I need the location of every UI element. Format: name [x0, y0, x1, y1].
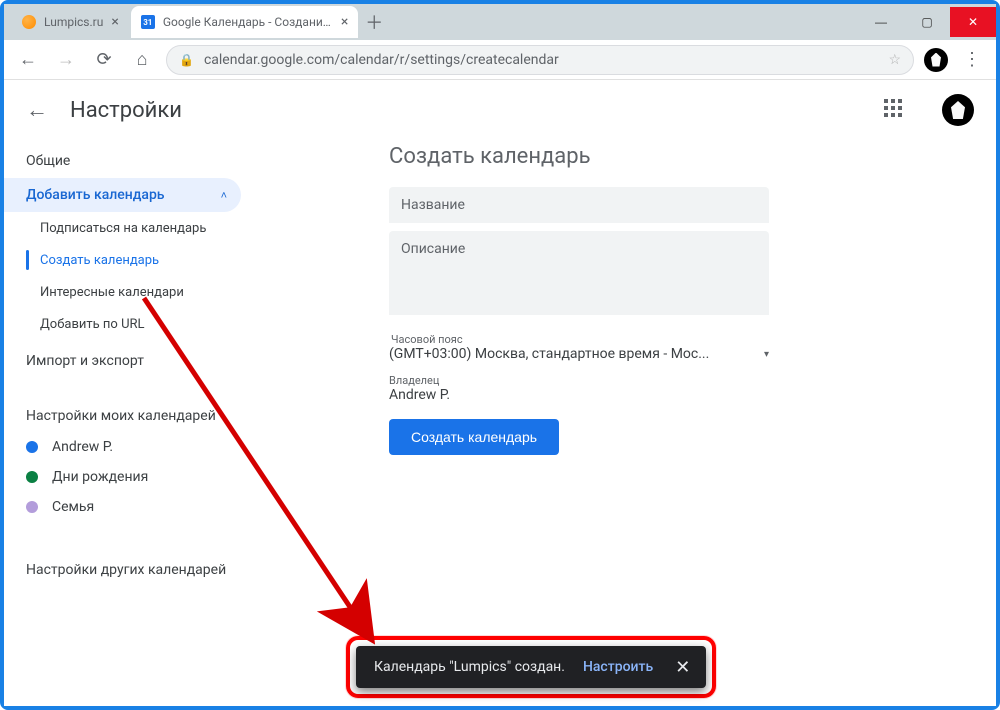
owner-field: Владелец Andrew P. [389, 374, 996, 403]
toast-notification: Календарь "Lumpics" создан. Настроить ✕ [356, 646, 706, 688]
toast-text: Календарь "Lumpics" создан. [374, 659, 565, 675]
app-content: ← Настройки Общие Добавить календарь ˄ П… [4, 80, 996, 706]
tab-close-icon[interactable]: × [341, 14, 348, 30]
window-minimize-button[interactable]: — [858, 7, 904, 37]
create-calendar-button[interactable]: Создать календарь [389, 419, 559, 455]
nav-forward-button[interactable]: → [52, 46, 80, 74]
new-tab-button[interactable]: ＋ [360, 8, 388, 36]
nav-reload-button[interactable]: ⟳ [90, 46, 118, 74]
sidebar-header-other-calendars: Настройки других календарей [4, 544, 241, 586]
sidebar-sub-interesting[interactable]: Интересные календари [4, 276, 241, 308]
annotation-highlight: Календарь "Lumpics" создан. Настроить ✕ [346, 636, 716, 698]
calendar-row[interactable]: Семья [4, 492, 241, 522]
sidebar-item-label: Добавить по URL [40, 317, 145, 332]
calendar-color-dot-icon [26, 471, 38, 483]
browser-titlebar: Lumpics.ru × 31 Google Календарь - Созда… [4, 4, 996, 40]
lock-icon: 🔒 [179, 53, 194, 67]
sidebar-item-add-calendar[interactable]: Добавить календарь ˄ [4, 178, 241, 212]
google-apps-icon[interactable] [884, 99, 906, 121]
sidebar-item-label: Общие [26, 153, 70, 169]
sidebar-item-import-export[interactable]: Импорт и экспорт [4, 344, 241, 378]
omnibox[interactable]: 🔒 calendar.google.com/calendar/r/setting… [166, 45, 914, 75]
calendar-name: Дни рождения [52, 469, 148, 485]
sidebar-sub-subscribe[interactable]: Подписаться на календарь [4, 212, 241, 244]
create-calendar-panel: Создать календарь Название Описание Часо… [249, 140, 996, 706]
tab-label: Lumpics.ru [44, 15, 103, 29]
sidebar-sub-byurl[interactable]: Добавить по URL [4, 308, 241, 340]
tab-close-icon[interactable]: × [111, 14, 118, 30]
favicon-lumpics-icon [22, 15, 36, 29]
window-buttons: — ▢ ✕ [858, 7, 996, 37]
sidebar-item-label: Создать календарь [40, 253, 159, 268]
calendar-name: Andrew P. [52, 439, 113, 455]
browser-tab-lumpics[interactable]: Lumpics.ru × [12, 6, 129, 38]
toast-action-link[interactable]: Настроить [583, 659, 653, 675]
sidebar-item-label: Интересные календари [40, 285, 184, 300]
browser-tab-gcal[interactable]: 31 Google Календарь - Создание к × [131, 6, 358, 38]
calendar-row[interactable]: Andrew P. [4, 432, 241, 462]
window-close-button[interactable]: ✕ [950, 7, 996, 37]
calendar-color-dot-icon [26, 441, 38, 453]
browser-address-bar: ← → ⟳ ⌂ 🔒 calendar.google.com/calendar/r… [4, 40, 996, 80]
toast-close-button[interactable]: ✕ [671, 653, 694, 682]
calendar-name-input[interactable]: Название [389, 187, 769, 223]
app-header: ← Настройки [4, 80, 996, 140]
sidebar-header-my-calendars: Настройки моих календарей [4, 390, 241, 432]
nav-home-button[interactable]: ⌂ [128, 46, 156, 74]
panel-title: Создать календарь [389, 144, 996, 169]
sidebar-sub-create[interactable]: Создать календарь [4, 244, 241, 276]
sidebar-item-label: Добавить календарь [26, 187, 164, 203]
page-title: Настройки [70, 98, 182, 123]
chevron-down-icon: ▾ [764, 349, 769, 360]
omnibox-url: calendar.google.com/calendar/r/settings/… [204, 52, 559, 68]
nav-back-button[interactable]: ← [14, 46, 42, 74]
calendar-row[interactable]: Дни рождения [4, 462, 241, 492]
favicon-gcal-icon: 31 [141, 15, 155, 29]
sidebar-item-label: Импорт и экспорт [26, 353, 144, 369]
bookmark-star-icon[interactable]: ☆ [888, 52, 901, 68]
browser-menu-button[interactable]: ⋮ [958, 46, 986, 74]
timezone-select[interactable]: Часовой пояс (GMT+03:00) Москва, стандар… [389, 333, 769, 362]
calendar-name: Семья [52, 499, 94, 515]
tab-label: Google Календарь - Создание к [163, 15, 333, 29]
sidebar-item-general[interactable]: Общие [4, 144, 241, 178]
calendar-description-input[interactable]: Описание [389, 231, 769, 315]
window-maximize-button[interactable]: ▢ [904, 7, 950, 37]
owner-label: Владелец [389, 374, 996, 387]
account-avatar-icon[interactable] [942, 94, 974, 126]
chevron-up-icon: ˄ [221, 189, 227, 202]
owner-value: Andrew P. [389, 387, 996, 403]
calendar-color-dot-icon [26, 501, 38, 513]
settings-back-button[interactable]: ← [26, 97, 48, 123]
timezone-label: Часовой пояс [389, 333, 769, 346]
timezone-value: (GMT+03:00) Москва, стандартное время - … [389, 346, 709, 362]
settings-sidebar: Общие Добавить календарь ˄ Подписаться н… [4, 140, 249, 706]
profile-avatar-icon[interactable] [924, 48, 948, 72]
sidebar-item-label: Подписаться на календарь [40, 221, 206, 236]
